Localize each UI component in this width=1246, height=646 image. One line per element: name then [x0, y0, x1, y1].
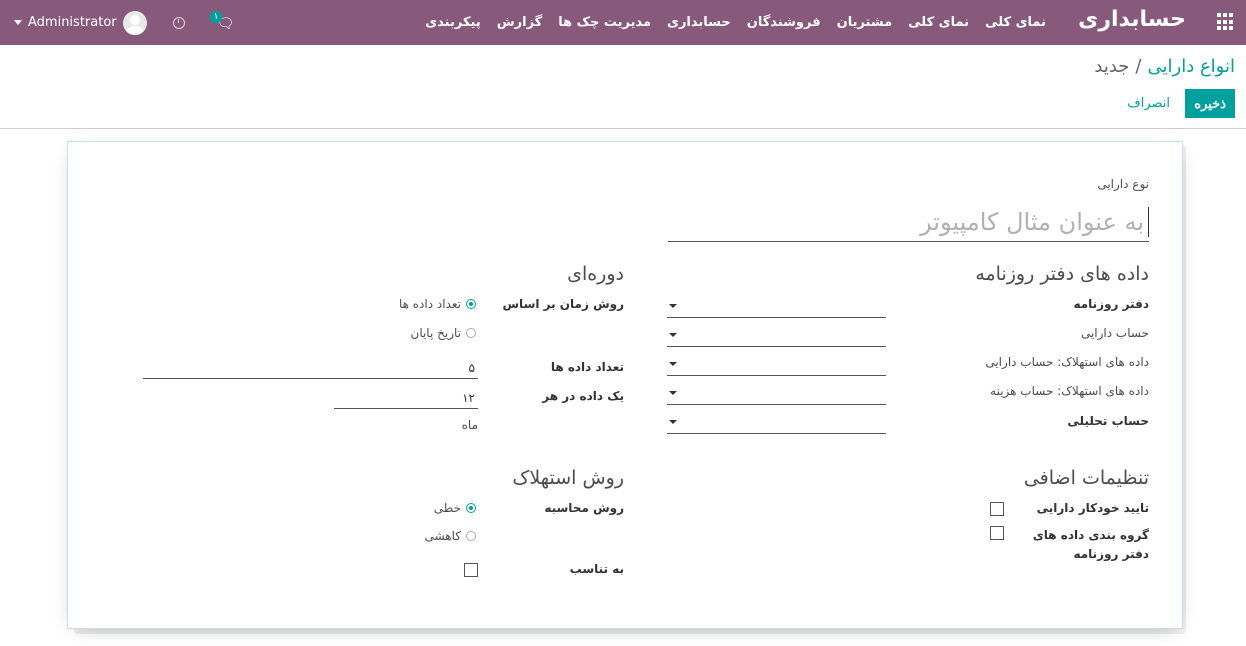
radio-degressive-label: کاهشی: [424, 529, 461, 543]
name-placeholder: به عنوان مثال کامپیوتر: [920, 207, 1144, 236]
radio-unchecked-icon[interactable]: [466, 531, 476, 541]
radio-number-of-entries-label: تعداد داده ها: [398, 297, 461, 311]
journal-section-title: داده های دفتر روزنامه: [975, 263, 1149, 285]
user-menu[interactable]: Administrator: [14, 10, 147, 35]
depreciation-expense-account-select[interactable]: [667, 383, 886, 405]
radio-unchecked-icon[interactable]: [466, 328, 476, 338]
group-entries-label: گروه بندی داده های دفتر روزنامه: [1032, 528, 1149, 561]
number-of-entries-value: ۵: [468, 361, 475, 375]
asset-type-label: نوع دارایی: [1097, 177, 1149, 191]
caret-down-icon: [669, 304, 677, 308]
menu-item-vendors[interactable]: فروشندگان: [747, 15, 821, 30]
menu-item-check-management[interactable]: مدیریت چک ها: [558, 15, 651, 30]
caret-down-icon: [669, 333, 677, 337]
control-panel: انواع دارایی / جدید ذخیره انصراف: [0, 45, 1246, 129]
number-of-entries-input[interactable]: ۵: [143, 357, 478, 379]
menu-item-overview-2[interactable]: نمای کلی: [908, 15, 969, 30]
computation-method-label: روش محاسبه: [544, 501, 624, 515]
radio-number-of-entries[interactable]: تعداد داده ها: [399, 297, 476, 311]
number-of-entries-label: تعداد داده ها: [550, 360, 624, 374]
caret-down-icon: [669, 420, 677, 424]
radio-end-date[interactable]: تاریخ پایان: [410, 326, 476, 340]
discard-button[interactable]: انصراف: [1127, 89, 1170, 118]
radio-linear-label: خطی: [433, 501, 461, 515]
systray: Administrator 🗨 ۱: [14, 0, 235, 45]
radio-end-date-label: تاریخ پایان: [410, 326, 462, 340]
depreciation-asset-account-select[interactable]: [667, 354, 886, 376]
analytic-account-select[interactable]: [667, 412, 886, 434]
main-menu: نمای کلی نمای کلی مشتریان فروشندگان حساب…: [409, 0, 1046, 45]
asset-type-name-input[interactable]: به عنوان مثال کامپیوتر: [668, 202, 1149, 242]
one-entry-every-input[interactable]: ۱۲: [334, 387, 478, 409]
caret-down-icon: [669, 362, 677, 366]
depreciation-method-title: روش استهلاک: [512, 467, 624, 489]
menu-item-overview[interactable]: نمای کلی: [985, 15, 1046, 30]
app-brand[interactable]: حسابداری: [1078, 7, 1186, 32]
menu-item-accounting[interactable]: حسابداری: [667, 15, 731, 30]
radio-checked-icon[interactable]: [466, 299, 476, 309]
periodicity-section-title: دوره‌ای: [567, 263, 624, 285]
radio-linear[interactable]: خطی: [434, 501, 476, 515]
caret-down-icon: [14, 20, 22, 25]
journal-label: دفتر روزنامه: [1073, 297, 1149, 311]
auto-confirm-checkbox[interactable]: [990, 502, 1004, 516]
additional-options-title: تنظیمات اضافی: [1023, 467, 1149, 489]
asset-account-select[interactable]: [667, 325, 886, 347]
one-entry-every-value: ۱۲: [462, 391, 475, 405]
save-button[interactable]: ذخیره: [1185, 89, 1235, 118]
breadcrumb: انواع دارایی / جدید: [1094, 56, 1235, 77]
journal-select[interactable]: [667, 296, 886, 318]
auto-confirm-label: تایید خودکار دارایی: [1036, 501, 1149, 515]
chat-badge: ۱: [209, 10, 223, 23]
depreciation-expense-account-label: داده های استهلاک: حساب هزینه: [990, 384, 1149, 398]
breadcrumb-parent[interactable]: انواع دارایی: [1148, 56, 1236, 77]
menu-item-reporting[interactable]: گزارش: [497, 15, 543, 30]
radio-checked-icon[interactable]: [466, 503, 476, 513]
prorata-label: به تناسب: [569, 562, 624, 576]
top-navbar: حسابداری نمای کلی نمای کلی مشتریان فروشن…: [0, 0, 1246, 45]
text-cursor: [1148, 206, 1149, 237]
depreciation-asset-account-label: داده های استهلاک: حساب دارایی: [985, 355, 1149, 369]
caret-down-icon: [669, 391, 677, 395]
prorata-checkbox[interactable]: [464, 563, 478, 577]
messaging-menu[interactable]: 🗨 ۱: [209, 10, 235, 31]
apps-menu-icon[interactable]: [1215, 13, 1233, 31]
activity-clock-icon[interactable]: [172, 16, 185, 29]
form-sheet: نوع دارایی به عنوان مثال کامپیوتر داده ه…: [67, 141, 1183, 629]
menu-item-configuration[interactable]: پیکربندی: [425, 15, 480, 30]
one-entry-every-label: یک داده در هر: [542, 389, 624, 403]
menu-item-customers[interactable]: مشتریان: [837, 15, 893, 30]
group-entries-checkbox[interactable]: [990, 526, 1004, 540]
analytic-account-label: حساب تحلیلی: [1067, 414, 1149, 428]
breadcrumb-current: جدید: [1094, 56, 1130, 77]
period-unit: ماه: [461, 418, 478, 432]
user-name: Administrator: [28, 15, 117, 30]
time-method-label: روش زمان بر اساس: [502, 297, 625, 311]
avatar: [122, 10, 147, 35]
asset-account-label: حساب دارایی: [1080, 326, 1149, 340]
radio-degressive[interactable]: کاهشی: [425, 529, 476, 543]
breadcrumb-separator: /: [1135, 56, 1142, 77]
